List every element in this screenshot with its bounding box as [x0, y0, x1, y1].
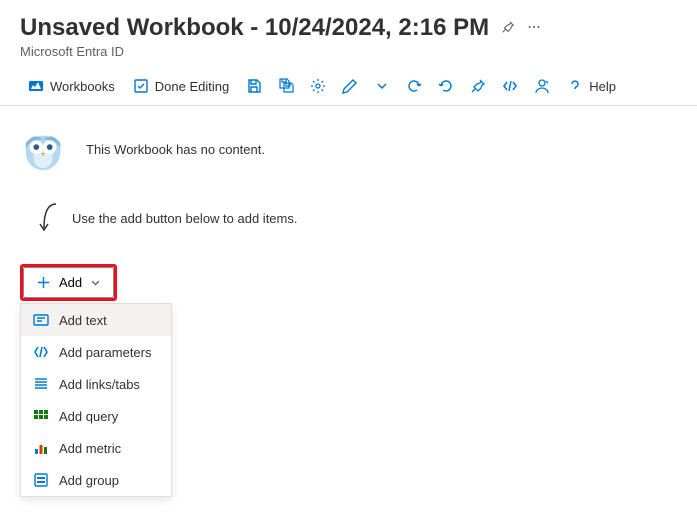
edit-button[interactable]: [335, 73, 365, 99]
add-query-item[interactable]: Add query: [21, 400, 171, 432]
add-metric-item[interactable]: Add metric: [21, 432, 171, 464]
metric-icon: [33, 440, 49, 456]
add-button[interactable]: Add: [23, 267, 114, 298]
plus-icon: [36, 275, 51, 290]
page-header: Unsaved Workbook - 10/24/2024, 2:16 PM M…: [0, 0, 697, 67]
add-group-label: Add group: [59, 473, 119, 488]
save-button[interactable]: [239, 73, 269, 99]
add-button-label: Add: [59, 275, 82, 290]
arrow-hint-row: Use the add button below to add items.: [20, 200, 677, 236]
no-content-text: This Workbook has no content.: [86, 142, 265, 157]
save-as-icon: [278, 78, 294, 94]
add-query-label: Add query: [59, 409, 118, 424]
redo-icon: [438, 78, 454, 94]
add-dropdown: Add text Add parameters Add links/tabs A…: [20, 303, 172, 497]
more-icon[interactable]: [527, 20, 541, 37]
code-button[interactable]: [495, 73, 525, 99]
use-add-text: Use the add button below to add items.: [72, 211, 297, 226]
pin-icon: [470, 78, 486, 94]
toolbar: Workbooks Done Editing Help: [0, 67, 697, 106]
chevron-down-icon: [374, 78, 390, 94]
done-editing-icon: [133, 78, 149, 94]
add-button-highlight: Add: [20, 264, 117, 301]
done-editing-button[interactable]: Done Editing: [125, 73, 237, 99]
settings-button[interactable]: [303, 73, 333, 99]
help-button[interactable]: Help: [559, 73, 624, 99]
links-tabs-icon: [33, 376, 49, 392]
query-icon: [33, 408, 49, 424]
pin-icon[interactable]: [501, 20, 515, 37]
add-parameters-item[interactable]: Add parameters: [21, 336, 171, 368]
save-icon: [246, 78, 262, 94]
owl-icon: [20, 126, 66, 172]
edit-dropdown-button[interactable]: [367, 73, 397, 99]
help-icon: [567, 78, 583, 94]
undo-icon: [406, 78, 422, 94]
arrow-down-icon: [36, 200, 60, 236]
group-icon: [33, 472, 49, 488]
add-links-tabs-item[interactable]: Add links/tabs: [21, 368, 171, 400]
redo-button[interactable]: [431, 73, 461, 99]
add-group-item[interactable]: Add group: [21, 464, 171, 496]
subtitle: Microsoft Entra ID: [20, 44, 677, 59]
add-parameters-label: Add parameters: [59, 345, 152, 360]
pin-toolbar-button[interactable]: [463, 73, 493, 99]
feedback-button[interactable]: [527, 73, 557, 99]
title-row: Unsaved Workbook - 10/24/2024, 2:16 PM: [20, 14, 677, 42]
content-area: This Workbook has no content. Use the ad…: [0, 106, 697, 517]
person-icon: [534, 78, 550, 94]
add-links-tabs-label: Add links/tabs: [59, 377, 140, 392]
workbook-icon: [28, 78, 44, 94]
chevron-down-icon: [90, 277, 101, 288]
no-content-row: This Workbook has no content.: [20, 126, 677, 172]
help-label: Help: [589, 79, 616, 94]
pencil-icon: [342, 78, 358, 94]
undo-button[interactable]: [399, 73, 429, 99]
add-metric-label: Add metric: [59, 441, 121, 456]
parameters-icon: [33, 344, 49, 360]
add-text-label: Add text: [59, 313, 107, 328]
workbooks-button[interactable]: Workbooks: [20, 73, 123, 99]
workbooks-label: Workbooks: [50, 79, 115, 94]
text-icon: [33, 312, 49, 328]
save-as-button[interactable]: [271, 73, 301, 99]
gear-icon: [310, 78, 326, 94]
add-text-item[interactable]: Add text: [21, 304, 171, 336]
page-title: Unsaved Workbook - 10/24/2024, 2:16 PM: [20, 14, 489, 42]
done-editing-label: Done Editing: [155, 79, 229, 94]
code-icon: [502, 78, 518, 94]
